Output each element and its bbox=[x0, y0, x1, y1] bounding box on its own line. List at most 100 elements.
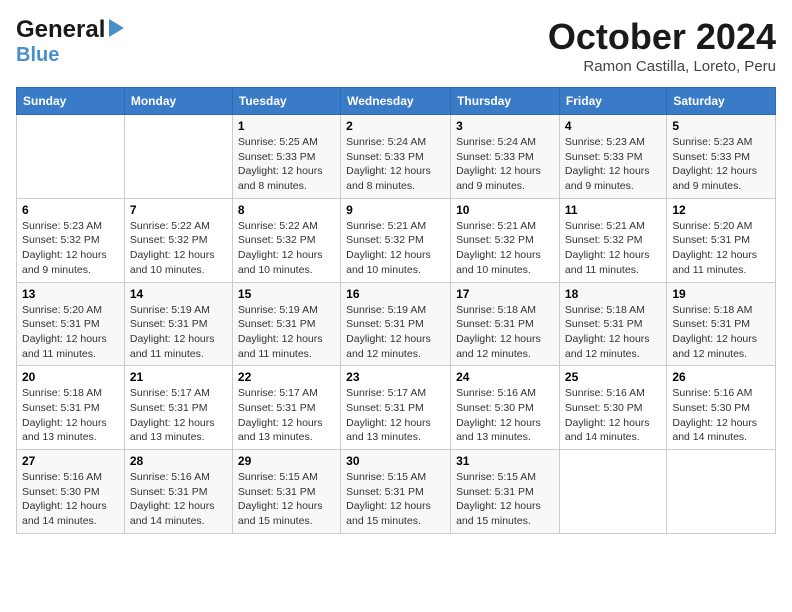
day-info: Sunrise: 5:22 AMSunset: 5:32 PMDaylight:… bbox=[130, 220, 215, 276]
day-number: 4 bbox=[565, 119, 661, 133]
calendar-cell: 17 Sunrise: 5:18 AMSunset: 5:31 PMDaylig… bbox=[451, 282, 560, 366]
calendar-cell: 11 Sunrise: 5:21 AMSunset: 5:32 PMDaylig… bbox=[559, 198, 666, 282]
day-info: Sunrise: 5:17 AMSunset: 5:31 PMDaylight:… bbox=[130, 387, 215, 443]
calendar-cell: 4 Sunrise: 5:23 AMSunset: 5:33 PMDayligh… bbox=[559, 115, 666, 199]
calendar-cell bbox=[559, 450, 666, 534]
calendar-body: 1 Sunrise: 5:25 AMSunset: 5:33 PMDayligh… bbox=[17, 115, 776, 534]
calendar-cell bbox=[17, 115, 125, 199]
col-monday: Monday bbox=[124, 88, 232, 115]
day-info: Sunrise: 5:15 AMSunset: 5:31 PMDaylight:… bbox=[238, 471, 323, 527]
calendar-week-row: 1 Sunrise: 5:25 AMSunset: 5:33 PMDayligh… bbox=[17, 115, 776, 199]
logo-general-text: General bbox=[16, 16, 105, 44]
page-header: General Blue October 2024 Ramon Castilla… bbox=[16, 16, 776, 75]
calendar-cell: 27 Sunrise: 5:16 AMSunset: 5:30 PMDaylig… bbox=[17, 450, 125, 534]
day-number: 10 bbox=[456, 203, 554, 217]
logo-blue-text: Blue bbox=[16, 44, 59, 66]
day-number: 6 bbox=[22, 203, 119, 217]
day-info: Sunrise: 5:22 AMSunset: 5:32 PMDaylight:… bbox=[238, 220, 323, 276]
calendar-cell: 10 Sunrise: 5:21 AMSunset: 5:32 PMDaylig… bbox=[451, 198, 560, 282]
day-number: 14 bbox=[130, 287, 227, 301]
title-block: October 2024 Ramon Castilla, Loreto, Per… bbox=[548, 16, 776, 75]
day-number: 18 bbox=[565, 287, 661, 301]
day-number: 8 bbox=[238, 203, 335, 217]
day-info: Sunrise: 5:19 AMSunset: 5:31 PMDaylight:… bbox=[346, 304, 431, 360]
day-number: 9 bbox=[346, 203, 445, 217]
day-number: 7 bbox=[130, 203, 227, 217]
day-info: Sunrise: 5:20 AMSunset: 5:31 PMDaylight:… bbox=[672, 220, 757, 276]
calendar-cell: 1 Sunrise: 5:25 AMSunset: 5:33 PMDayligh… bbox=[232, 115, 340, 199]
day-number: 13 bbox=[22, 287, 119, 301]
day-number: 19 bbox=[672, 287, 770, 301]
day-number: 22 bbox=[238, 370, 335, 384]
day-info: Sunrise: 5:17 AMSunset: 5:31 PMDaylight:… bbox=[238, 387, 323, 443]
calendar-header: Sunday Monday Tuesday Wednesday Thursday… bbox=[17, 88, 776, 115]
day-info: Sunrise: 5:21 AMSunset: 5:32 PMDaylight:… bbox=[346, 220, 431, 276]
col-sunday: Sunday bbox=[17, 88, 125, 115]
day-number: 5 bbox=[672, 119, 770, 133]
calendar-week-row: 20 Sunrise: 5:18 AMSunset: 5:31 PMDaylig… bbox=[17, 366, 776, 450]
calendar-cell: 23 Sunrise: 5:17 AMSunset: 5:31 PMDaylig… bbox=[341, 366, 451, 450]
day-info: Sunrise: 5:19 AMSunset: 5:31 PMDaylight:… bbox=[238, 304, 323, 360]
calendar-table: Sunday Monday Tuesday Wednesday Thursday… bbox=[16, 87, 776, 534]
calendar-cell bbox=[667, 450, 776, 534]
day-info: Sunrise: 5:20 AMSunset: 5:31 PMDaylight:… bbox=[22, 304, 107, 360]
header-row: Sunday Monday Tuesday Wednesday Thursday… bbox=[17, 88, 776, 115]
col-friday: Friday bbox=[559, 88, 666, 115]
day-info: Sunrise: 5:16 AMSunset: 5:30 PMDaylight:… bbox=[672, 387, 757, 443]
calendar-cell: 13 Sunrise: 5:20 AMSunset: 5:31 PMDaylig… bbox=[17, 282, 125, 366]
day-number: 1 bbox=[238, 119, 335, 133]
day-info: Sunrise: 5:16 AMSunset: 5:30 PMDaylight:… bbox=[22, 471, 107, 527]
calendar-week-row: 6 Sunrise: 5:23 AMSunset: 5:32 PMDayligh… bbox=[17, 198, 776, 282]
day-number: 15 bbox=[238, 287, 335, 301]
calendar-cell: 2 Sunrise: 5:24 AMSunset: 5:33 PMDayligh… bbox=[341, 115, 451, 199]
day-number: 29 bbox=[238, 454, 335, 468]
day-info: Sunrise: 5:25 AMSunset: 5:33 PMDaylight:… bbox=[238, 136, 323, 192]
col-thursday: Thursday bbox=[451, 88, 560, 115]
calendar-cell: 20 Sunrise: 5:18 AMSunset: 5:31 PMDaylig… bbox=[17, 366, 125, 450]
calendar-cell: 21 Sunrise: 5:17 AMSunset: 5:31 PMDaylig… bbox=[124, 366, 232, 450]
day-info: Sunrise: 5:18 AMSunset: 5:31 PMDaylight:… bbox=[456, 304, 541, 360]
day-number: 25 bbox=[565, 370, 661, 384]
location-text: Ramon Castilla, Loreto, Peru bbox=[548, 58, 776, 75]
calendar-cell: 7 Sunrise: 5:22 AMSunset: 5:32 PMDayligh… bbox=[124, 198, 232, 282]
col-wednesday: Wednesday bbox=[341, 88, 451, 115]
day-number: 11 bbox=[565, 203, 661, 217]
day-number: 17 bbox=[456, 287, 554, 301]
calendar-cell: 31 Sunrise: 5:15 AMSunset: 5:31 PMDaylig… bbox=[451, 450, 560, 534]
day-number: 3 bbox=[456, 119, 554, 133]
calendar-cell: 25 Sunrise: 5:16 AMSunset: 5:30 PMDaylig… bbox=[559, 366, 666, 450]
calendar-cell bbox=[124, 115, 232, 199]
day-number: 2 bbox=[346, 119, 445, 133]
calendar-cell: 8 Sunrise: 5:22 AMSunset: 5:32 PMDayligh… bbox=[232, 198, 340, 282]
day-number: 26 bbox=[672, 370, 770, 384]
calendar-cell: 16 Sunrise: 5:19 AMSunset: 5:31 PMDaylig… bbox=[341, 282, 451, 366]
month-title: October 2024 bbox=[548, 16, 776, 58]
calendar-cell: 6 Sunrise: 5:23 AMSunset: 5:32 PMDayligh… bbox=[17, 198, 125, 282]
calendar-cell: 3 Sunrise: 5:24 AMSunset: 5:33 PMDayligh… bbox=[451, 115, 560, 199]
day-info: Sunrise: 5:23 AMSunset: 5:33 PMDaylight:… bbox=[565, 136, 650, 192]
logo: General Blue bbox=[16, 16, 124, 67]
day-number: 20 bbox=[22, 370, 119, 384]
calendar-cell: 18 Sunrise: 5:18 AMSunset: 5:31 PMDaylig… bbox=[559, 282, 666, 366]
day-info: Sunrise: 5:16 AMSunset: 5:30 PMDaylight:… bbox=[456, 387, 541, 443]
col-tuesday: Tuesday bbox=[232, 88, 340, 115]
day-number: 24 bbox=[456, 370, 554, 384]
calendar-cell: 24 Sunrise: 5:16 AMSunset: 5:30 PMDaylig… bbox=[451, 366, 560, 450]
calendar-cell: 26 Sunrise: 5:16 AMSunset: 5:30 PMDaylig… bbox=[667, 366, 776, 450]
day-info: Sunrise: 5:18 AMSunset: 5:31 PMDaylight:… bbox=[672, 304, 757, 360]
calendar-cell: 30 Sunrise: 5:15 AMSunset: 5:31 PMDaylig… bbox=[341, 450, 451, 534]
day-info: Sunrise: 5:21 AMSunset: 5:32 PMDaylight:… bbox=[456, 220, 541, 276]
calendar-week-row: 13 Sunrise: 5:20 AMSunset: 5:31 PMDaylig… bbox=[17, 282, 776, 366]
day-info: Sunrise: 5:23 AMSunset: 5:33 PMDaylight:… bbox=[672, 136, 757, 192]
day-info: Sunrise: 5:18 AMSunset: 5:31 PMDaylight:… bbox=[22, 387, 107, 443]
calendar-cell: 14 Sunrise: 5:19 AMSunset: 5:31 PMDaylig… bbox=[124, 282, 232, 366]
day-info: Sunrise: 5:15 AMSunset: 5:31 PMDaylight:… bbox=[346, 471, 431, 527]
calendar-cell: 19 Sunrise: 5:18 AMSunset: 5:31 PMDaylig… bbox=[667, 282, 776, 366]
day-info: Sunrise: 5:19 AMSunset: 5:31 PMDaylight:… bbox=[130, 304, 215, 360]
day-info: Sunrise: 5:24 AMSunset: 5:33 PMDaylight:… bbox=[346, 136, 431, 192]
calendar-cell: 29 Sunrise: 5:15 AMSunset: 5:31 PMDaylig… bbox=[232, 450, 340, 534]
calendar-cell: 9 Sunrise: 5:21 AMSunset: 5:32 PMDayligh… bbox=[341, 198, 451, 282]
calendar-cell: 15 Sunrise: 5:19 AMSunset: 5:31 PMDaylig… bbox=[232, 282, 340, 366]
day-info: Sunrise: 5:15 AMSunset: 5:31 PMDaylight:… bbox=[456, 471, 541, 527]
day-info: Sunrise: 5:16 AMSunset: 5:30 PMDaylight:… bbox=[565, 387, 650, 443]
